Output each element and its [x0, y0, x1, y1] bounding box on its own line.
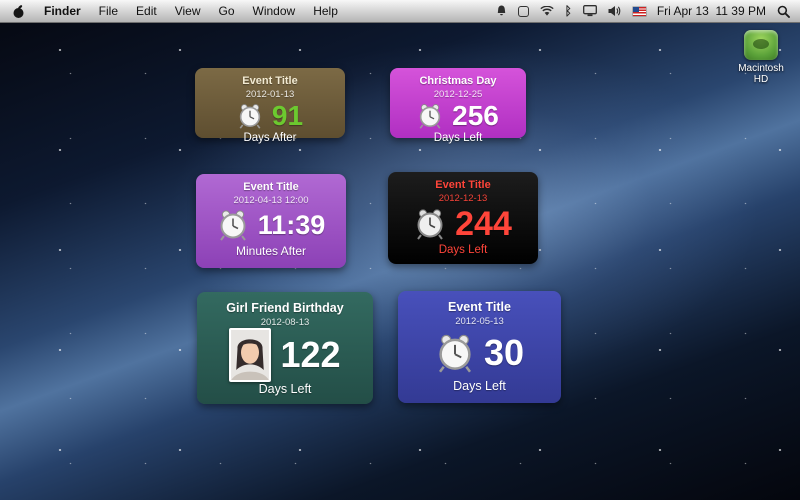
widget-value: 30 — [484, 332, 524, 374]
countdown-widget-1[interactable]: Event Title 2012-01-13 91 Days After — [195, 68, 345, 138]
menu-view[interactable]: View — [166, 0, 210, 22]
desktop-wallpaper: Macintosh HD Event Title 2012-01-13 91 D… — [0, 0, 800, 500]
badge-icon[interactable] — [518, 6, 529, 17]
volume-icon[interactable] — [608, 5, 622, 17]
menu-help[interactable]: Help — [304, 0, 347, 22]
input-language-flag-icon[interactable] — [633, 7, 646, 16]
alarm-clock-icon — [237, 103, 263, 129]
macintosh-hd-volume[interactable]: Macintosh HD — [728, 30, 794, 85]
bluetooth-icon[interactable]: ᛒ — [565, 4, 572, 18]
disk-label-line2: HD — [754, 74, 768, 85]
apple-menu-icon[interactable] — [0, 0, 35, 22]
menu-window[interactable]: Window — [244, 0, 305, 22]
widget-date: 2012-12-13 — [439, 193, 488, 204]
widget-title: Event Title — [435, 179, 490, 191]
widget-unit: Days Left — [259, 382, 312, 396]
alarm-clock-icon — [435, 333, 475, 373]
widget-title: Event Title — [448, 300, 511, 314]
countdown-widget-6[interactable]: Event Title 2012-05-13 30 Days Left — [398, 291, 561, 403]
widget-value: 122 — [280, 334, 340, 376]
menu-edit[interactable]: Edit — [127, 0, 166, 22]
widget-date: 2012-12-25 — [434, 89, 483, 100]
wifi-icon[interactable] — [540, 6, 554, 17]
widget-date: 2012-05-13 — [455, 316, 504, 327]
countdown-widget-2[interactable]: Christmas Day 2012-12-25 256 Days Left — [390, 68, 526, 138]
widget-unit: Days Left — [453, 379, 506, 393]
widget-date: 2012-04-13 12:00 — [233, 195, 308, 206]
countdown-widget-5[interactable]: Girl Friend Birthday 2012-08-13 122 Days… — [197, 292, 373, 404]
alarm-clock-icon — [414, 208, 446, 240]
alarm-clock-icon — [417, 103, 443, 129]
disk-label: Macintosh HD — [728, 63, 794, 85]
disk-label-line1: Macintosh — [738, 63, 784, 74]
widget-value: 91 — [272, 100, 303, 132]
alarm-clock-icon — [217, 209, 249, 241]
widget-unit: Days Left — [434, 132, 483, 144]
menu-go[interactable]: Go — [210, 0, 244, 22]
spotlight-icon[interactable] — [777, 5, 790, 18]
widget-title: Event Title — [243, 181, 298, 193]
menu-bar: Finder File Edit View Go Window Help ᛒ F… — [0, 0, 800, 23]
widget-unit: Minutes After — [236, 244, 306, 258]
apple-logo-icon — [12, 4, 25, 19]
menu-clock[interactable]: Fri Apr 13 11 39 PM — [657, 4, 766, 18]
widget-title: Christmas Day — [419, 75, 496, 87]
display-icon[interactable] — [583, 5, 597, 17]
countdown-widget-4[interactable]: Event Title 2012-12-13 244 Days Left — [388, 172, 538, 264]
widget-value: 244 — [455, 205, 512, 244]
widget-date: 2012-08-13 — [261, 317, 310, 328]
widget-title: Event Title — [242, 75, 297, 87]
countdown-widget-3[interactable]: Event Title 2012-04-13 12:00 11:39 Minut… — [196, 174, 346, 268]
portrait-photo — [229, 328, 271, 382]
hard-drive-icon — [744, 30, 778, 60]
bell-icon[interactable] — [496, 5, 507, 17]
widget-unit: Days Left — [439, 244, 488, 256]
widget-unit: Days After — [243, 132, 296, 144]
widget-date: 2012-01-13 — [246, 89, 295, 100]
widget-title: Girl Friend Birthday — [226, 301, 343, 315]
widget-value: 11:39 — [258, 210, 326, 241]
menu-file[interactable]: File — [90, 0, 127, 22]
widget-value: 256 — [452, 100, 499, 132]
menu-finder[interactable]: Finder — [35, 0, 90, 22]
